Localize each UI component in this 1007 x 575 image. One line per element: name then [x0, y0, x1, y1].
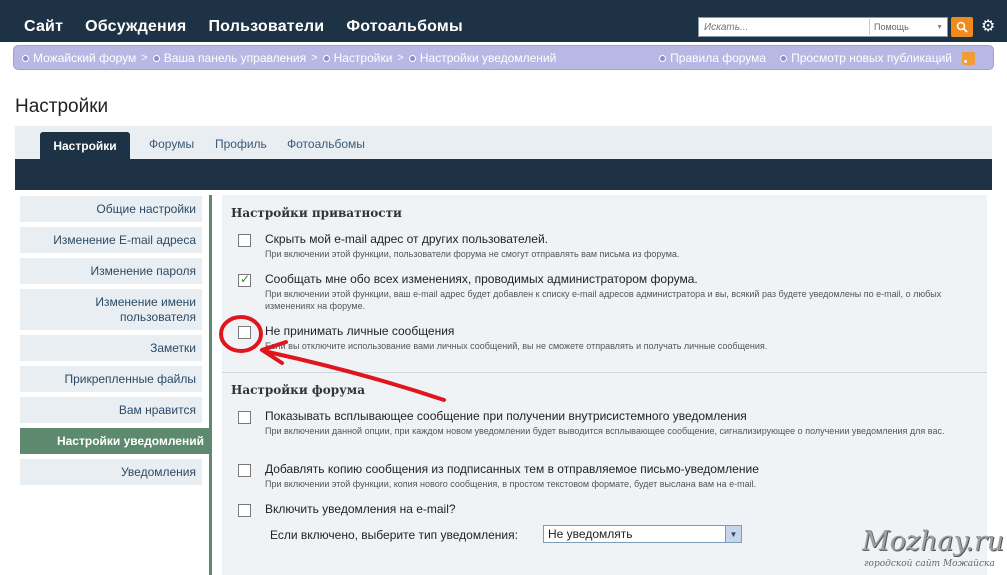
tab-settings[interactable]: Настройки [40, 132, 130, 160]
bullet-icon [22, 54, 29, 62]
page-title: Настройки [15, 96, 109, 117]
sidebar-item-notes[interactable]: Заметки [20, 335, 202, 361]
email-notifications-checkbox[interactable] [238, 504, 251, 517]
include-post-copy-label: Добавлять копию сообщения из подписанных… [265, 462, 759, 476]
header-links: Правила форума Просмотр новых публикаций [645, 51, 975, 65]
breadcrumb-item-notification-settings[interactable]: Настройки уведомлений [408, 51, 556, 65]
search-box: Помощь ▼ [698, 17, 948, 37]
forum-rules-link[interactable]: Правила форума [659, 51, 766, 65]
hide-email-checkbox[interactable] [238, 234, 251, 247]
nav-users[interactable]: Пользователи [208, 18, 324, 36]
search-icon [956, 21, 968, 33]
tab-profile[interactable]: Профиль [215, 137, 267, 151]
hide-email-description: При включении этой функции, пользователи… [265, 249, 680, 259]
tab-band [15, 159, 992, 190]
sidebar-item-attachments[interactable]: Прикрепленные файлы [20, 366, 202, 392]
bullet-icon [152, 54, 160, 62]
sidebar-item-change-username[interactable]: Изменение имени пользователя [20, 289, 202, 330]
breadcrumb-item-forum[interactable]: Можайский форум [22, 51, 136, 65]
gear-icon[interactable]: ⚙ [981, 16, 995, 36]
tab-forums[interactable]: Форумы [149, 137, 194, 151]
sidebar-item-likes[interactable]: Вам нравится [20, 397, 202, 423]
search-button[interactable] [951, 17, 973, 37]
breadcrumb-item-control-panel[interactable]: Ваша панель управления [152, 51, 306, 65]
breadcrumb-bar: Можайский форум > Ваша панель управления… [13, 45, 994, 70]
sidebar-item-notifications[interactable]: Уведомления [20, 459, 202, 485]
email-type-select[interactable]: Не уведомлять ▼ [543, 525, 742, 543]
main-nav: Сайт Обсуждения Пользователи Фотоальбомы [24, 18, 485, 36]
email-type-label: Если включено, выберите тип уведомления: [270, 528, 518, 542]
admin-changes-description: При включении этой функции, ваш e-mail а… [265, 289, 942, 311]
section-divider [222, 372, 987, 373]
bullet-icon [780, 54, 788, 62]
bullet-icon [322, 54, 330, 62]
breadcrumb-item-settings[interactable]: Настройки [322, 51, 392, 65]
top-navigation-bar: Сайт Обсуждения Пользователи Фотоальбомы… [0, 0, 1007, 42]
disable-pm-label: Не принимать личные сообщения [265, 324, 455, 338]
admin-changes-checkbox[interactable] [238, 272, 251, 287]
breadcrumb: Можайский форум > Ваша панель управления… [22, 51, 556, 65]
hide-email-label: Скрыть мой e-mail адрес от других пользо… [265, 232, 549, 246]
search-scope-label: Помощь [874, 22, 909, 32]
bullet-icon [408, 54, 416, 62]
nav-site[interactable]: Сайт [24, 18, 63, 36]
search-input[interactable] [699, 21, 869, 33]
sidebar-item-change-email[interactable]: Изменение E-mail адреса [20, 227, 202, 253]
new-posts-link[interactable]: Просмотр новых публикаций [780, 51, 952, 65]
sidebar-divider [209, 195, 212, 575]
breadcrumb-separator: > [397, 52, 404, 64]
nav-photoalbums[interactable]: Фотоальбомы [346, 18, 462, 36]
chevron-down-icon: ▼ [936, 23, 943, 31]
chevron-down-icon: ▼ [725, 526, 741, 542]
watermark-subtitle: городской сайт Можайска [864, 559, 995, 569]
breadcrumb-separator: > [311, 52, 318, 64]
tab-photoalbums[interactable]: Фотоальбомы [287, 137, 365, 151]
sidebar-item-general-settings[interactable]: Общие настройки [20, 196, 202, 222]
include-post-copy-description: При включении этой функции, копия нового… [265, 479, 757, 489]
search-scope-select[interactable]: Помощь ▼ [869, 19, 947, 35]
watermark-logo: Mozhay.ru [862, 526, 1005, 557]
forum-section-title: Настройки форума [231, 383, 365, 397]
admin-changes-label: Сообщать мне обо всех изменениях, провод… [265, 272, 698, 286]
sidebar-item-change-password[interactable]: Изменение пароля [20, 258, 202, 284]
tab-strip: Настройки Форумы Профиль Фотоальбомы [15, 126, 992, 190]
include-post-copy-checkbox[interactable] [238, 464, 251, 477]
sidebar-item-notification-settings[interactable]: Настройки уведомлений [20, 428, 210, 454]
popup-notification-description: При включении данной опции, при каждом н… [265, 426, 945, 436]
nav-discussions[interactable]: Обсуждения [85, 18, 186, 36]
popup-notification-label: Показывать всплывающее сообщение при пол… [265, 409, 747, 423]
email-notifications-label: Включить уведомления на e-mail? [265, 502, 456, 516]
disable-pm-description: Если вы отключите использование вами лич… [265, 341, 768, 351]
popup-notification-checkbox[interactable] [238, 411, 251, 424]
privacy-section-title: Настройки приватности [231, 206, 402, 220]
breadcrumb-separator: > [141, 52, 148, 64]
email-type-value: Не уведомлять [548, 527, 633, 541]
rss-icon[interactable] [962, 51, 975, 65]
bullet-icon [659, 54, 667, 62]
disable-pm-checkbox[interactable] [238, 326, 251, 339]
